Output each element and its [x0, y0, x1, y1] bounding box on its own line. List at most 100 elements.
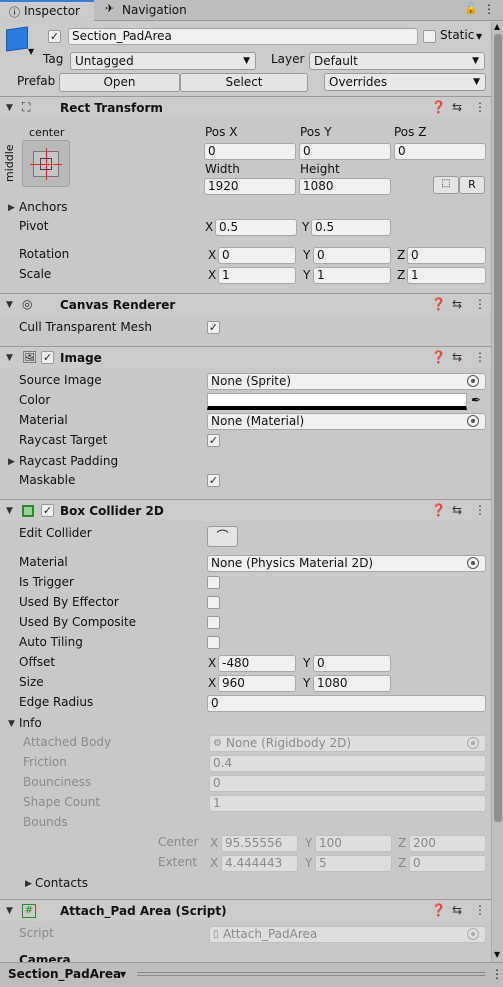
- auto-tiling-checkbox[interactable]: [207, 636, 220, 649]
- component-menu-icon[interactable]: ⋮: [474, 297, 486, 311]
- raycast-padding-label[interactable]: Raycast Padding: [19, 454, 118, 468]
- tab-inspector[interactable]: ⓘ Inspector: [0, 0, 94, 21]
- foldout-expanded-icon[interactable]: ▼: [6, 506, 13, 516]
- used-by-effector-checkbox[interactable]: [207, 596, 220, 609]
- footer-dropdown-icon[interactable]: ▼: [120, 970, 126, 979]
- maskable-checkbox[interactable]: ✓: [207, 474, 220, 487]
- scroll-down-icon[interactable]: ▼: [494, 950, 500, 959]
- presets-icon[interactable]: ⇆: [452, 903, 462, 917]
- more-menu-icon[interactable]: ⋮: [483, 2, 495, 16]
- anchor-presets-button[interactable]: [22, 140, 70, 187]
- help-icon[interactable]: ❓: [431, 903, 446, 917]
- static-checkbox[interactable]: [423, 30, 436, 43]
- blueprint-mode-button[interactable]: ⬚: [433, 176, 459, 194]
- eyedropper-icon[interactable]: ✒: [471, 393, 481, 407]
- rect-transform-title: Rect Transform: [60, 101, 163, 115]
- scroll-up-icon[interactable]: ▲: [494, 22, 500, 31]
- offset-x-field[interactable]: -480: [218, 655, 296, 672]
- scrollbar[interactable]: ▲ ▼: [491, 22, 503, 962]
- help-icon[interactable]: ❓: [431, 100, 446, 114]
- box-collider-enabled-checkbox[interactable]: ✓: [41, 504, 54, 517]
- physics-material-field[interactable]: None (Physics Material 2D): [207, 555, 486, 572]
- anchors-foldout-icon[interactable]: ▶: [8, 203, 15, 213]
- object-picker-icon[interactable]: [467, 415, 479, 427]
- edit-collider-button[interactable]: ⌒: [207, 526, 238, 547]
- anchors-label[interactable]: Anchors: [19, 200, 68, 214]
- object-picker-icon[interactable]: [467, 375, 479, 387]
- raw-edit-button[interactable]: R: [459, 176, 485, 194]
- pos-z-field[interactable]: 0: [394, 143, 486, 160]
- script-header[interactable]: ▼ # Attach_Pad Area (Script) ❓ ⇆ ⋮: [0, 899, 491, 921]
- foldout-expanded-icon[interactable]: ▼: [6, 906, 13, 916]
- rect-transform-header[interactable]: ▼ ⛶ Rect Transform ❓ ⇆ ⋮: [0, 96, 491, 118]
- presets-icon[interactable]: ⇆: [452, 100, 462, 114]
- info-label[interactable]: Info: [19, 716, 42, 730]
- help-icon[interactable]: ❓: [431, 350, 446, 364]
- camera-label-clip: Camera: [0, 953, 491, 962]
- pivot-y-field[interactable]: 0.5: [311, 219, 391, 236]
- edge-radius-field[interactable]: 0: [207, 695, 486, 712]
- canvas-renderer-header[interactable]: ▼ ◎ Canvas Renderer ❓ ⇆ ⋮: [0, 293, 491, 315]
- size-x-field[interactable]: 960: [218, 675, 296, 692]
- offset-y-field[interactable]: 0: [313, 655, 391, 672]
- used-by-composite-checkbox[interactable]: [207, 616, 220, 629]
- pos-x-field[interactable]: 0: [204, 143, 296, 160]
- presets-icon[interactable]: ⇆: [452, 503, 462, 517]
- extent-y-field: 5: [315, 855, 392, 872]
- rotation-z-field[interactable]: 0: [407, 247, 486, 264]
- info-foldout-icon[interactable]: ▼: [8, 719, 15, 729]
- active-checkbox[interactable]: ✓: [48, 30, 61, 43]
- help-icon[interactable]: ❓: [431, 297, 446, 311]
- image-enabled-checkbox[interactable]: ✓: [41, 351, 54, 364]
- size-y-field[interactable]: 1080: [313, 675, 391, 692]
- component-menu-icon[interactable]: ⋮: [474, 350, 486, 364]
- footer-object-label[interactable]: Section_PadArea: [8, 967, 121, 981]
- pos-y-field[interactable]: 0: [299, 143, 391, 160]
- cull-transparent-checkbox[interactable]: ✓: [207, 321, 220, 334]
- tag-dropdown[interactable]: Untagged ▼: [70, 52, 256, 70]
- raycast-target-checkbox[interactable]: ✓: [207, 434, 220, 447]
- presets-icon[interactable]: ⇆: [452, 350, 462, 364]
- object-name-field[interactable]: Section_PadArea: [68, 28, 418, 45]
- pivot-x-field[interactable]: 0.5: [215, 219, 297, 236]
- rotation-y-field[interactable]: 0: [313, 247, 391, 264]
- scale-y-field[interactable]: 1: [313, 267, 391, 284]
- box-collider-header[interactable]: ▼ ✓ Box Collider 2D ❓ ⇆ ⋮: [0, 499, 491, 521]
- tab-navigation[interactable]: ✈ Navigation: [96, 0, 196, 21]
- static-label[interactable]: Static: [440, 28, 474, 42]
- tag-value: Untagged: [75, 54, 134, 68]
- presets-icon[interactable]: ⇆: [452, 297, 462, 311]
- prefab-select-button[interactable]: Select: [180, 73, 308, 92]
- object-picker-icon[interactable]: [467, 557, 479, 569]
- foldout-expanded-icon[interactable]: ▼: [6, 353, 13, 363]
- contacts-foldout-icon[interactable]: ▶: [25, 879, 32, 889]
- source-image-field[interactable]: None (Sprite): [207, 373, 486, 390]
- scroll-thumb[interactable]: [494, 34, 502, 822]
- footer-resize-handle[interactable]: [137, 972, 485, 976]
- material-field[interactable]: None (Material): [207, 413, 486, 430]
- help-icon[interactable]: ❓: [431, 503, 446, 517]
- scale-x-field[interactable]: 1: [218, 267, 296, 284]
- foldout-expanded-icon[interactable]: ▼: [6, 103, 13, 113]
- raycast-padding-foldout-icon[interactable]: ▶: [8, 457, 15, 467]
- width-field[interactable]: 1920: [204, 178, 296, 195]
- image-header[interactable]: ▼ 🖼 ✓ Image ❓ ⇆ ⋮: [0, 346, 491, 368]
- is-trigger-checkbox[interactable]: [207, 576, 220, 589]
- static-dropdown-icon[interactable]: ▼: [476, 32, 482, 41]
- scale-z-field[interactable]: 1: [407, 267, 486, 284]
- component-menu-icon[interactable]: ⋮: [474, 903, 486, 917]
- height-field[interactable]: 1080: [299, 178, 391, 195]
- prefab-overrides-dropdown[interactable]: Overrides ▼: [324, 73, 486, 91]
- canvas-renderer-icon: ◎: [22, 297, 33, 311]
- icon-dropdown-icon[interactable]: ▼: [28, 47, 34, 56]
- contacts-label[interactable]: Contacts: [35, 876, 88, 890]
- component-menu-icon[interactable]: ⋮: [474, 100, 486, 114]
- rotation-x-field[interactable]: 0: [218, 247, 296, 264]
- foldout-expanded-icon[interactable]: ▼: [6, 300, 13, 310]
- component-menu-icon[interactable]: ⋮: [474, 503, 486, 517]
- color-field[interactable]: [207, 393, 467, 410]
- footer-menu-icon[interactable]: ⋮: [491, 967, 503, 981]
- prefab-open-button[interactable]: Open: [59, 73, 180, 92]
- layer-dropdown[interactable]: Default ▼: [309, 52, 485, 70]
- lock-icon[interactable]: 🔓: [464, 2, 478, 15]
